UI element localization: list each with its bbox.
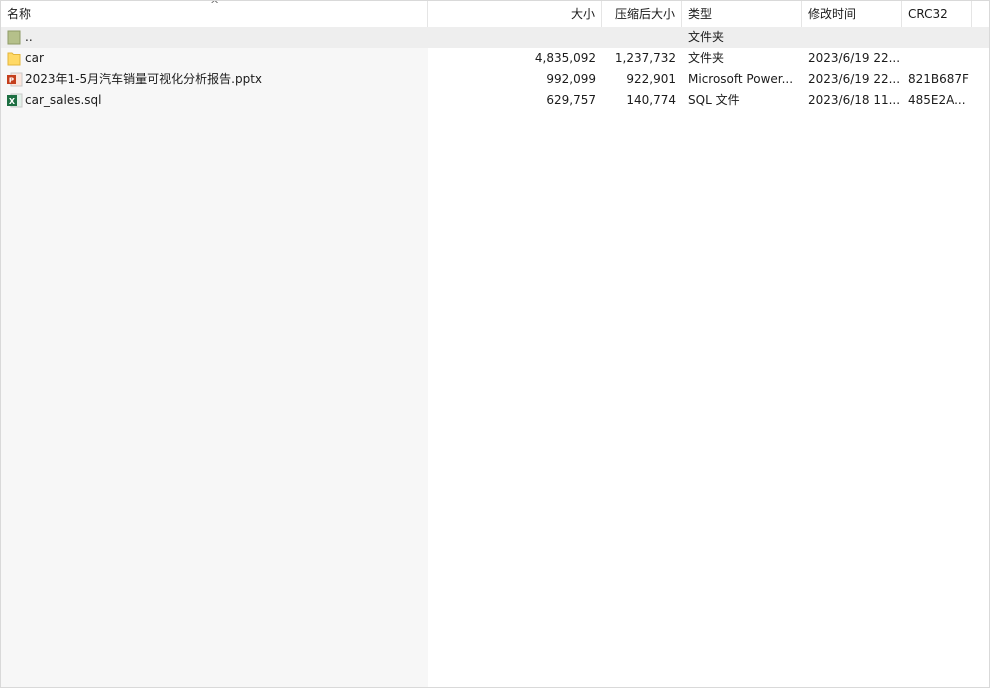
- file-crc32: 821B687F: [908, 72, 969, 86]
- file-row-car[interactable]: car 4,835,092 1,237,732 文件夹 2023/6/19 22…: [1, 48, 989, 69]
- file-row-parent[interactable]: .. 文件夹: [1, 27, 989, 48]
- column-header-compressed-size[interactable]: 压缩后大小: [602, 1, 682, 27]
- file-name: 2023年1-5月汽车销量可视化分析报告.pptx: [25, 72, 262, 86]
- file-modified: 2023/6/18 11...: [808, 93, 901, 107]
- file-name: ..: [25, 30, 33, 44]
- file-crc32: [902, 27, 972, 48]
- archive-file-list: 名称 ^ 大小 压缩后大小 类型 修改时间 CRC32 .. 文件夹 car 4…: [0, 0, 990, 688]
- file-modified: 2023/6/19 22...: [808, 51, 901, 65]
- file-size: [428, 27, 602, 48]
- file-modified: [802, 27, 902, 48]
- sort-ascending-icon: ^: [210, 0, 220, 11]
- file-size: 992,099: [546, 72, 596, 86]
- file-type: 文件夹: [688, 51, 725, 65]
- file-compressed-size: 1,237,732: [614, 51, 676, 65]
- file-name: car_sales.sql: [25, 93, 102, 107]
- file-crc32: 485E2A...: [908, 93, 966, 107]
- column-header-modified-label: 修改时间: [808, 7, 857, 21]
- file-name: car: [25, 51, 44, 65]
- file-compressed-size: 922,901: [626, 72, 676, 86]
- file-type: SQL 文件: [688, 93, 740, 107]
- file-compressed-size: [602, 27, 682, 48]
- file-type: Microsoft Power...: [688, 72, 794, 86]
- column-header-modified[interactable]: 修改时间: [802, 1, 902, 27]
- file-size: 4,835,092: [534, 51, 596, 65]
- file-modified: 2023/6/19 22...: [808, 72, 901, 86]
- file-compressed-size: 140,774: [626, 93, 676, 107]
- file-row-sql[interactable]: X car_sales.sql 629,757 140,774 SQL 文件 2…: [1, 90, 989, 111]
- column-header-crc32[interactable]: CRC32: [902, 1, 972, 27]
- column-header-name-label: 名称: [7, 7, 32, 21]
- column-header-type[interactable]: 类型: [682, 1, 802, 27]
- column-header-size[interactable]: 大小: [428, 1, 602, 27]
- column-header-compressed-label: 压缩后大小: [614, 7, 675, 21]
- column-header-size-label: 大小: [570, 7, 595, 21]
- file-rows: .. 文件夹 car 4,835,092 1,237,732 文件夹 2023/…: [1, 27, 989, 111]
- file-crc32: [902, 48, 972, 69]
- file-row-pptx[interactable]: P 2023年1-5月汽车销量可视化分析报告.pptx 992,099 922,…: [1, 69, 989, 90]
- file-size: 629,757: [546, 93, 596, 107]
- column-header-bar: 名称 ^ 大小 压缩后大小 类型 修改时间 CRC32: [1, 1, 989, 27]
- file-type: 文件夹: [688, 30, 725, 44]
- column-header-type-label: 类型: [688, 7, 713, 21]
- column-header-crc-label: CRC32: [908, 7, 948, 21]
